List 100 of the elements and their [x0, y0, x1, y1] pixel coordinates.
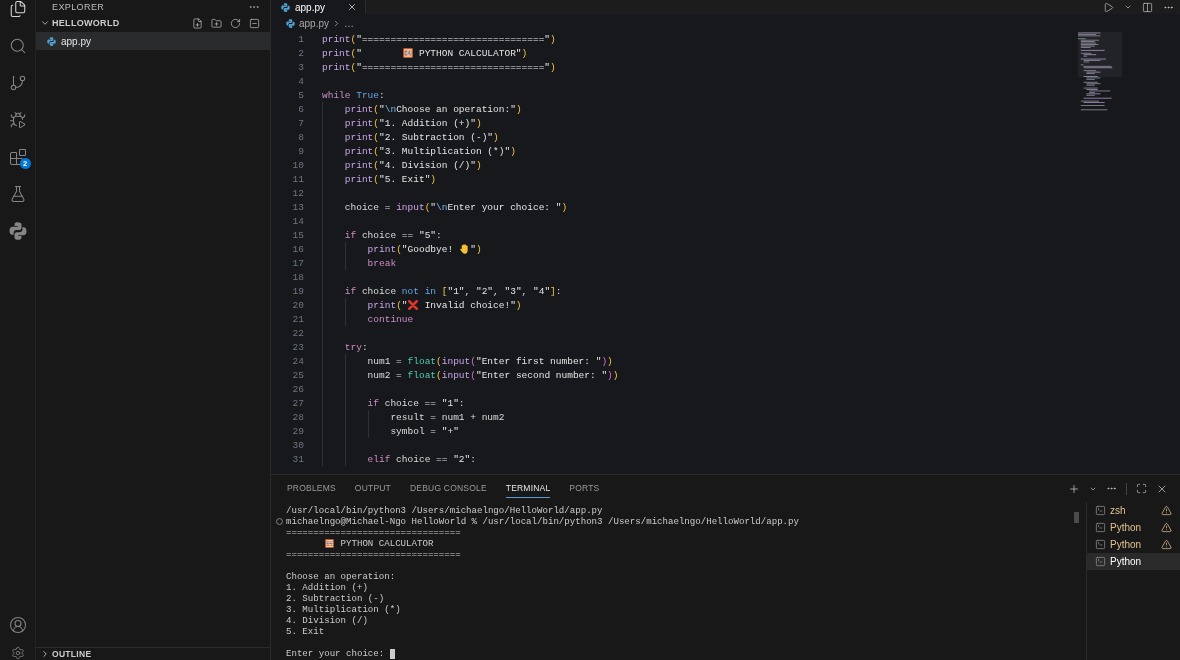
python-file-icon: [286, 18, 295, 28]
terminal-line: ================================: [286, 549, 461, 560]
flask-icon[interactable]: [8, 185, 27, 203]
code-text: print(": [367, 299, 408, 311]
line-number: 17: [292, 257, 304, 269]
code-text: print("Goodbye!: [367, 243, 454, 255]
code-line: continue: [367, 313, 414, 325]
collapse-icon[interactable]: [249, 17, 260, 29]
code-text: Invalid choice!"): [424, 299, 522, 311]
code-line: print("================================"): [322, 61, 556, 73]
code-line: print("4. Division (/)"): [344, 159, 482, 171]
terminal-session[interactable]: Python: [1087, 519, 1180, 536]
sidebar-title: EXPLORER: [52, 2, 105, 12]
code-text: print(": [322, 47, 362, 59]
chevron-down-icon[interactable]: [1124, 3, 1132, 11]
terminal-text: PYTHON CALCULATOR: [340, 538, 434, 549]
code-line: print("\nChoose an operation:"): [344, 103, 522, 115]
code-line: while True:: [322, 89, 385, 101]
terminal-line: /usr/local/bin/python3 /Users/michaelngo/HelloWorld/app.py: [286, 505, 603, 516]
search-icon[interactable]: [8, 37, 27, 55]
cross-mark-icon: [408, 300, 419, 310]
line-number: 14: [292, 215, 304, 227]
code-text: "): [470, 243, 482, 255]
line-number: 11: [292, 173, 304, 185]
folder-name[interactable]: HELLOWORLD: [52, 18, 120, 28]
code-text: PYTHON CALCULATOR"): [418, 47, 528, 59]
line-number: 27: [292, 397, 304, 409]
run-icon[interactable]: [1103, 1, 1114, 13]
code-line: symbol = "+": [390, 425, 459, 437]
panel-tab[interactable]: OUTPUT: [354, 479, 391, 498]
code-line: break: [367, 257, 397, 269]
terminal-session[interactable]: Python: [1087, 553, 1180, 570]
blocks-icon[interactable]: [8, 148, 27, 166]
line-number: 24: [292, 355, 304, 367]
breadcrumb-item[interactable]: …: [344, 17, 355, 29]
line-number: 22: [292, 327, 304, 339]
line-number: 18: [292, 271, 304, 283]
breadcrumb-item[interactable]: app.py: [286, 17, 330, 29]
line-number: 26: [292, 383, 304, 395]
settings-icon[interactable]: [10, 646, 25, 660]
line-number: 9: [298, 145, 304, 157]
code-line: num1 = float(input("Enter first number: ")): [367, 355, 613, 367]
terminal-icon: [1095, 556, 1106, 567]
bug-play-icon[interactable]: [8, 111, 27, 129]
terminal-session[interactable]: Python: [1087, 536, 1180, 553]
add-icon[interactable]: [1068, 482, 1080, 495]
code-line: print("5. Exit"): [344, 173, 437, 185]
chevron-right-icon[interactable]: [40, 649, 50, 659]
terminal-line: 4. Division (/): [286, 615, 368, 626]
refresh-icon[interactable]: [230, 17, 241, 29]
panel-tab[interactable]: DEBUG CONSOLE: [410, 479, 487, 498]
line-number: 28: [292, 411, 304, 423]
chevron-down-icon[interactable]: [40, 18, 50, 28]
terminal-session[interactable]: zsh: [1087, 502, 1180, 519]
maximize-icon[interactable]: [1136, 483, 1147, 494]
file-item[interactable]: app.py: [36, 32, 270, 50]
terminal-line: 5. Exit: [286, 626, 325, 637]
section-title[interactable]: OUTLINE: [52, 649, 92, 659]
line-number: 30: [292, 439, 304, 451]
python-logo-icon[interactable]: [8, 222, 27, 240]
warning-icon: [1161, 505, 1172, 516]
line-number: 16: [292, 243, 304, 255]
new-folder-icon[interactable]: [211, 17, 222, 29]
new-file-icon[interactable]: [192, 17, 203, 29]
code-line: print("================================"): [322, 33, 556, 45]
scrollbar-thumb[interactable]: [1074, 512, 1079, 523]
terminal-line: ================================: [286, 527, 461, 538]
python-file-icon: [281, 2, 290, 12]
close-icon[interactable]: [347, 2, 357, 12]
panel-tab[interactable]: PORTS: [569, 479, 600, 498]
terminal-line: Choose an operation:: [286, 571, 396, 582]
editor-tab[interactable]: app.py: [271, 0, 366, 14]
abacus-icon: [402, 48, 413, 58]
terminal-icon: [1095, 522, 1106, 533]
waving-hand-icon: [460, 244, 469, 254]
terminal-icon: [1095, 539, 1106, 550]
code-line: print("2. Subtraction (-)"): [344, 131, 499, 143]
line-number: 7: [298, 117, 304, 129]
branch-icon[interactable]: [8, 74, 27, 92]
line-number: 6: [298, 103, 304, 115]
command-marker-icon: [276, 518, 283, 525]
line-number: 20: [292, 299, 304, 311]
line-number: 31: [292, 453, 304, 465]
line-number: 25: [292, 369, 304, 381]
terminal-line: 3. Multiplication (*): [286, 604, 401, 615]
line-number: 13: [292, 201, 304, 213]
code-line: num2 = float(input("Enter second number: ")): [367, 369, 619, 381]
code-line: result = num1 + num2: [390, 411, 505, 423]
split-editor-icon[interactable]: [1142, 1, 1153, 13]
cursor-icon: [389, 648, 396, 659]
terminal-line: michaelngo@Michael-Ngo HelloWorld % /usr/local/bin/python3 /Users/michaelngo/HelloWorld/app.py: [286, 516, 799, 527]
account-icon[interactable]: [8, 616, 27, 634]
panel-tab[interactable]: PROBLEMS: [287, 479, 336, 498]
line-number: 10: [292, 159, 304, 171]
code-line: elif choice == "2":: [367, 453, 476, 465]
line-number: 21: [292, 313, 304, 325]
files-icon[interactable]: [8, 0, 27, 18]
panel-tab[interactable]: TERMINAL: [505, 479, 551, 498]
minimap-drawing[interactable]: [1078, 32, 1122, 112]
line-number: 12: [292, 187, 304, 199]
